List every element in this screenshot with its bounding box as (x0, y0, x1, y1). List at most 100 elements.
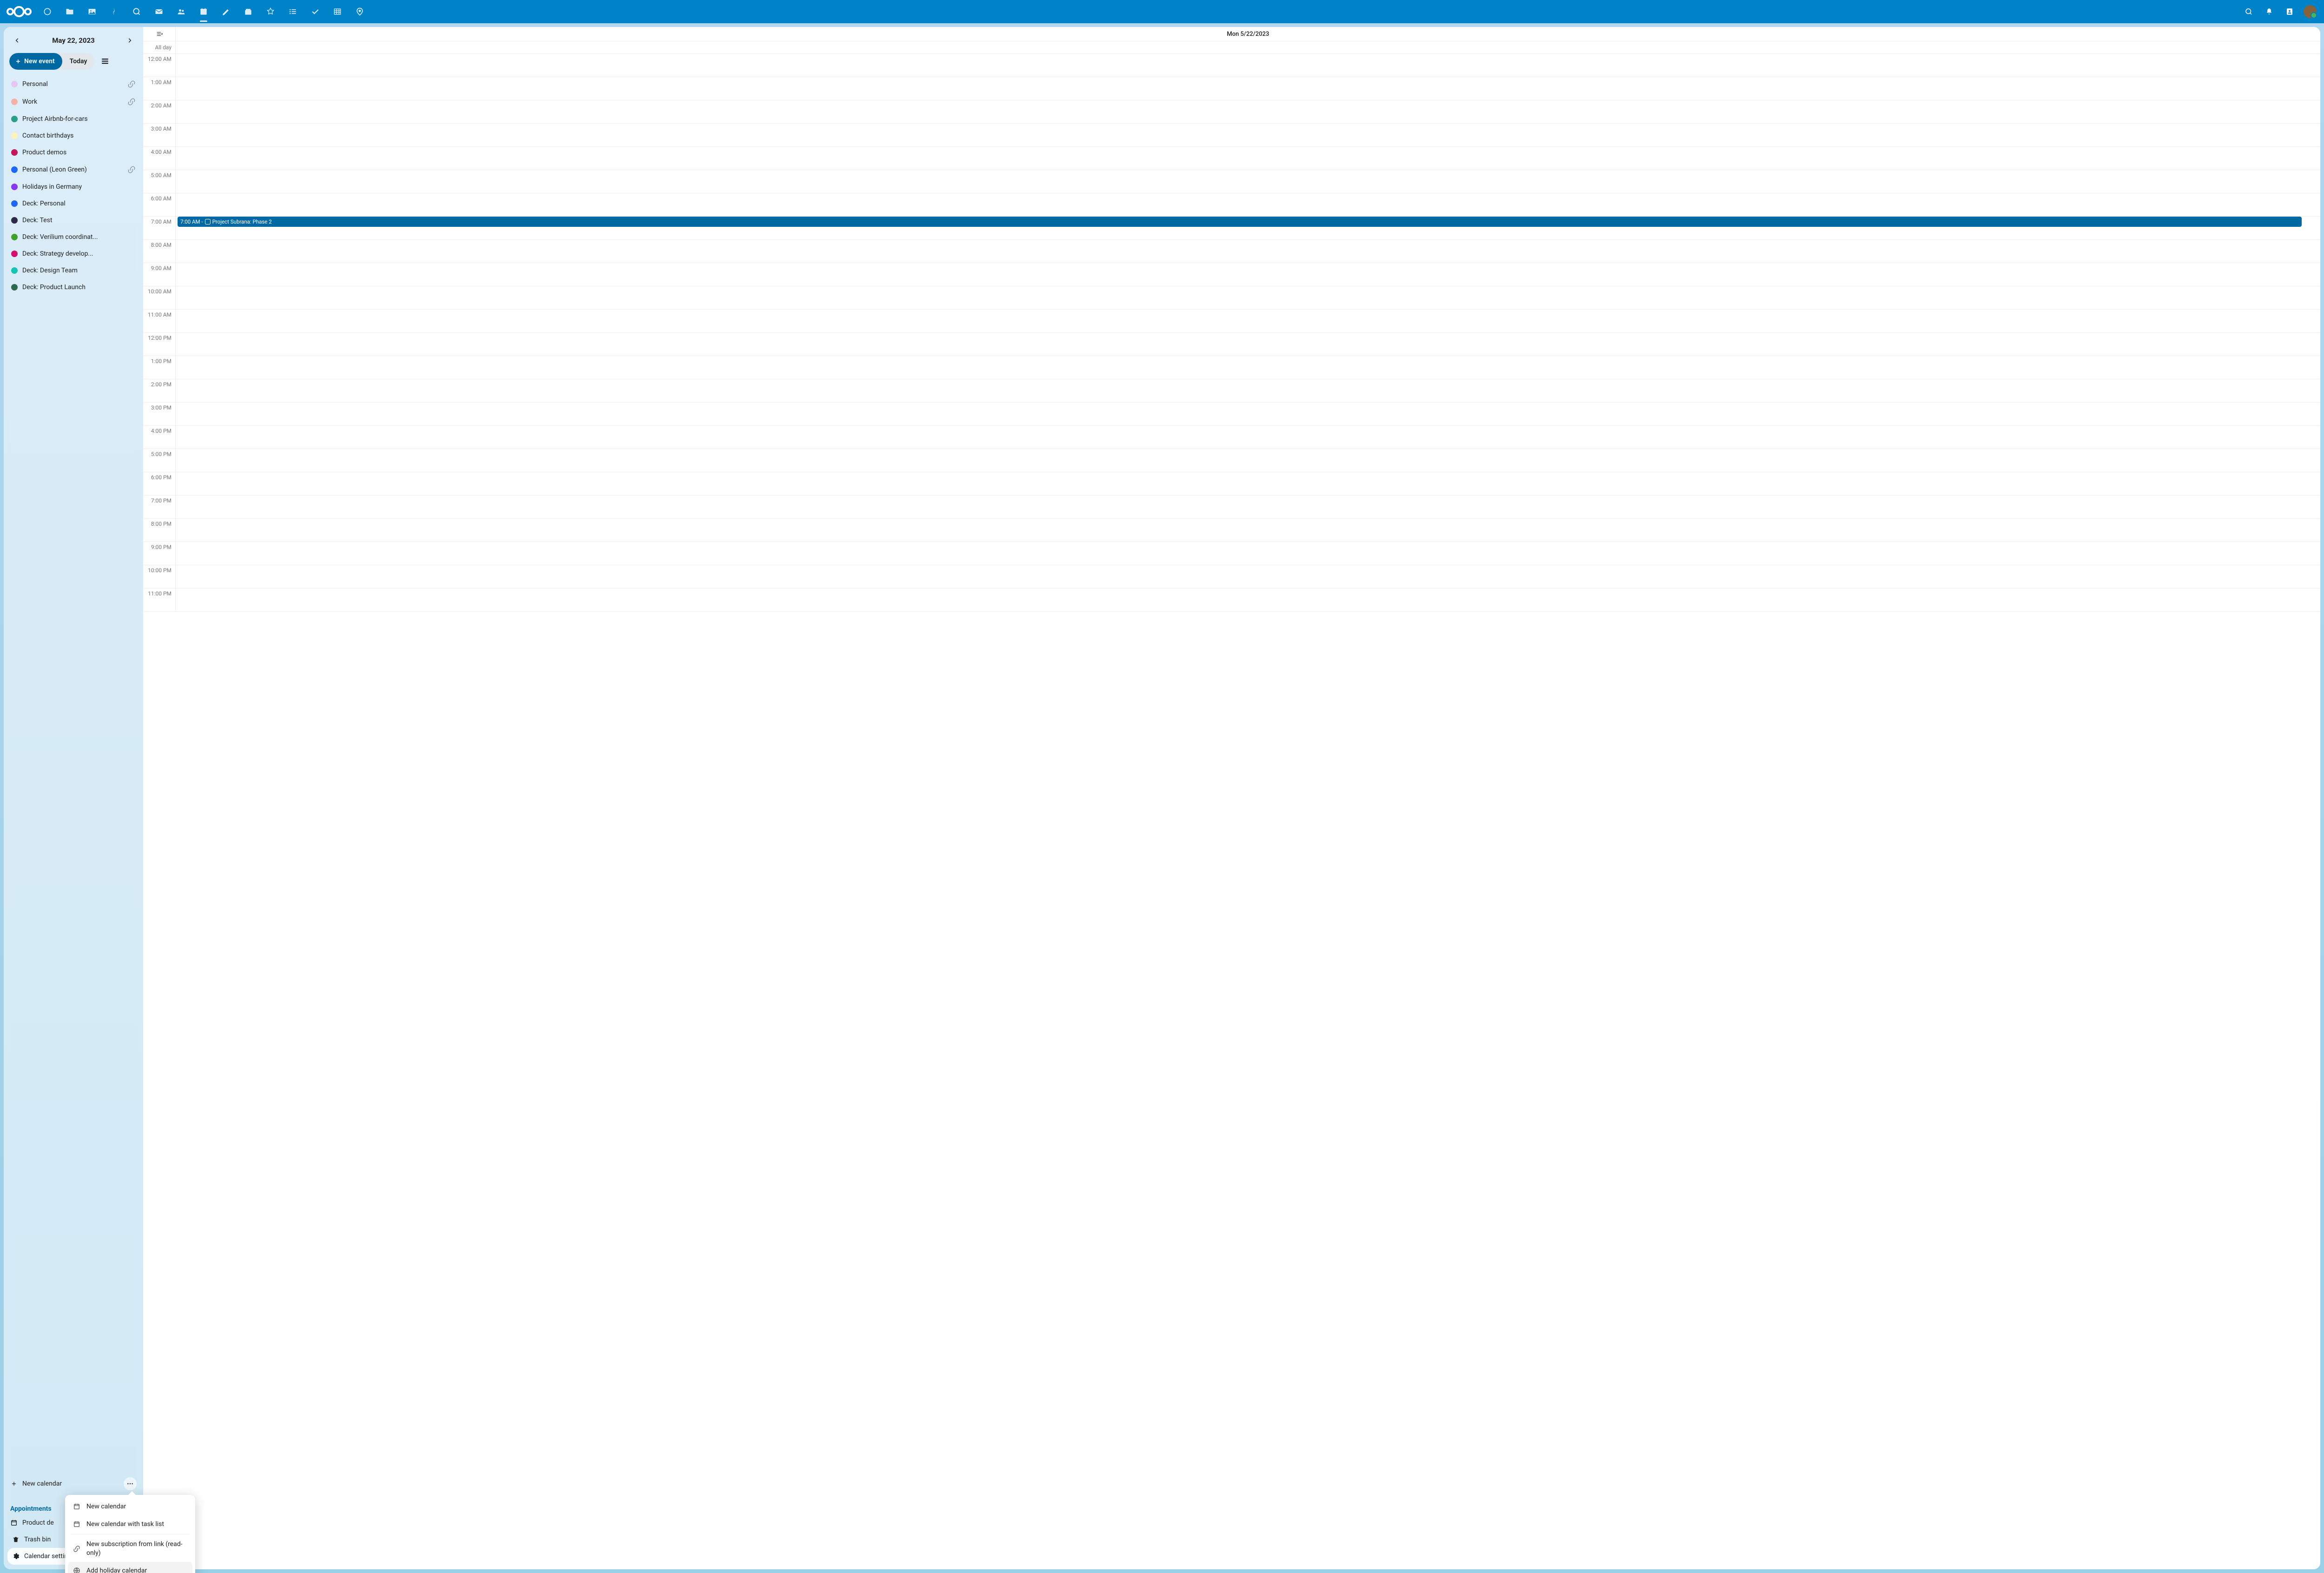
calendar-item[interactable]: Personal (Leon Green) (7, 161, 139, 178)
hour-row[interactable]: 8:00 AM (143, 240, 2320, 263)
calendar-icon (73, 1520, 81, 1528)
calendar-item[interactable]: Project Airbnb-for-cars (7, 111, 139, 127)
hour-slot[interactable] (176, 403, 2320, 425)
popover-item[interactable]: New calendar (68, 1498, 192, 1515)
hour-row[interactable]: 1:00 PM (143, 356, 2320, 379)
hour-row[interactable]: 4:00 AM (143, 147, 2320, 170)
hour-slot[interactable] (176, 588, 2320, 611)
time-grid[interactable]: 12:00 AM1:00 AM2:00 AM3:00 AM4:00 AM5:00… (143, 54, 2320, 1569)
contacts-icon[interactable] (171, 1, 191, 22)
hour-row[interactable]: 9:00 AM (143, 263, 2320, 286)
calendar-item[interactable]: Deck: Product Launch (7, 279, 139, 296)
hour-row[interactable]: 7:00 AM7:00 AM - Project Subrana: Phase … (143, 217, 2320, 240)
notifications-icon[interactable] (2260, 2, 2278, 21)
hour-slot[interactable] (176, 193, 2320, 216)
all-day-slot[interactable] (176, 41, 2320, 53)
hour-slot[interactable] (176, 356, 2320, 379)
calendar-item[interactable]: Work (7, 93, 139, 111)
today-button[interactable]: Today (62, 53, 95, 70)
user-avatar[interactable] (2304, 5, 2317, 18)
hour-slot[interactable] (176, 333, 2320, 356)
popover-item[interactable]: Add holiday calendar (68, 1562, 192, 1573)
maps-icon[interactable] (350, 1, 370, 22)
hour-slot[interactable] (176, 124, 2320, 146)
calendar-item[interactable]: Contact birthdays (7, 127, 139, 144)
hour-slot[interactable] (176, 77, 2320, 100)
hour-slot[interactable] (176, 263, 2320, 286)
hour-row[interactable]: 8:00 PM (143, 519, 2320, 542)
hour-slot[interactable] (176, 379, 2320, 402)
popover-item[interactable]: New subscription from link (read-only) (68, 1535, 192, 1561)
hour-slot[interactable] (176, 542, 2320, 565)
popover-item[interactable]: New calendar with task list (68, 1515, 192, 1533)
photos-icon[interactable] (82, 1, 102, 22)
view-toggle-button[interactable] (97, 53, 113, 69)
bookmarks-icon[interactable] (260, 1, 281, 22)
hour-slot[interactable] (176, 496, 2320, 518)
hour-slot[interactable] (176, 100, 2320, 123)
hour-row[interactable]: 6:00 AM (143, 193, 2320, 217)
calendar-item[interactable]: Holidays in Germany (7, 178, 139, 195)
hour-row[interactable]: 9:00 PM (143, 542, 2320, 565)
app-logo[interactable] (5, 4, 33, 19)
calendar-item[interactable]: Deck: Strategy develop... (7, 245, 139, 262)
more-button[interactable] (124, 1477, 137, 1490)
calendar-item[interactable]: Deck: Verilium coordinat... (7, 229, 139, 245)
hour-slot[interactable] (176, 170, 2320, 193)
hour-row[interactable]: 12:00 PM (143, 333, 2320, 356)
list-icon[interactable] (283, 1, 303, 22)
activity-icon[interactable] (104, 1, 125, 22)
calendar-item[interactable]: Deck: Design Team (7, 262, 139, 279)
prev-button[interactable] (9, 33, 25, 48)
hour-row[interactable]: 4:00 PM (143, 426, 2320, 449)
hour-slot[interactable]: 7:00 AM - Project Subrana: Phase 2 (176, 217, 2320, 239)
hour-row[interactable]: 2:00 AM (143, 100, 2320, 124)
calendar-item[interactable]: Product demos (7, 144, 139, 161)
current-date[interactable]: May 22, 2023 (52, 36, 94, 45)
hour-slot[interactable] (176, 472, 2320, 495)
hour-slot[interactable] (176, 54, 2320, 77)
calendar-icon[interactable] (193, 1, 214, 22)
hour-slot[interactable] (176, 286, 2320, 309)
next-button[interactable] (122, 33, 138, 48)
hour-row[interactable]: 5:00 AM (143, 170, 2320, 193)
hour-slot[interactable] (176, 147, 2320, 170)
hour-slot[interactable] (176, 310, 2320, 332)
files-icon[interactable] (59, 1, 80, 22)
calendar-name: Personal (22, 80, 123, 88)
collapse-timecol-button[interactable] (143, 27, 176, 41)
hour-row[interactable]: 3:00 AM (143, 124, 2320, 147)
hour-row[interactable]: 5:00 PM (143, 449, 2320, 472)
mail-icon[interactable] (149, 1, 169, 22)
new-event-button[interactable]: New event (9, 53, 62, 70)
new-calendar-row[interactable]: New calendar (7, 1474, 140, 1494)
hour-row[interactable]: 10:00 AM (143, 286, 2320, 310)
hour-row[interactable]: 10:00 PM (143, 565, 2320, 588)
calendar-event[interactable]: 7:00 AM - Project Subrana: Phase 2 (178, 217, 2302, 227)
hour-row[interactable]: 1:00 AM (143, 77, 2320, 100)
search-icon[interactable] (2239, 2, 2258, 21)
hour-slot[interactable] (176, 426, 2320, 449)
contacts-menu-icon[interactable] (2280, 2, 2299, 21)
calendar-item[interactable]: Deck: Personal (7, 195, 139, 212)
hour-slot[interactable] (176, 519, 2320, 542)
hour-row[interactable]: 11:00 PM (143, 588, 2320, 612)
hour-slot[interactable] (176, 565, 2320, 588)
hour-row[interactable]: 6:00 PM (143, 472, 2320, 496)
hour-row[interactable]: 7:00 PM (143, 496, 2320, 519)
hour-slot[interactable] (176, 240, 2320, 263)
calendar-item[interactable]: Personal (7, 75, 139, 93)
dashboard-icon[interactable] (37, 1, 58, 22)
hour-slot[interactable] (176, 449, 2320, 472)
deck-icon[interactable] (238, 1, 258, 22)
hour-row[interactable]: 11:00 AM (143, 310, 2320, 333)
shared-icon (127, 165, 136, 174)
tasks-icon[interactable] (305, 1, 325, 22)
hour-row[interactable]: 12:00 AM (143, 54, 2320, 77)
tables-icon[interactable] (327, 1, 348, 22)
hour-row[interactable]: 2:00 PM (143, 379, 2320, 403)
notes-icon[interactable] (216, 1, 236, 22)
calendar-item[interactable]: Deck: Test (7, 212, 139, 229)
hour-row[interactable]: 3:00 PM (143, 403, 2320, 426)
talk-icon[interactable] (126, 1, 147, 22)
